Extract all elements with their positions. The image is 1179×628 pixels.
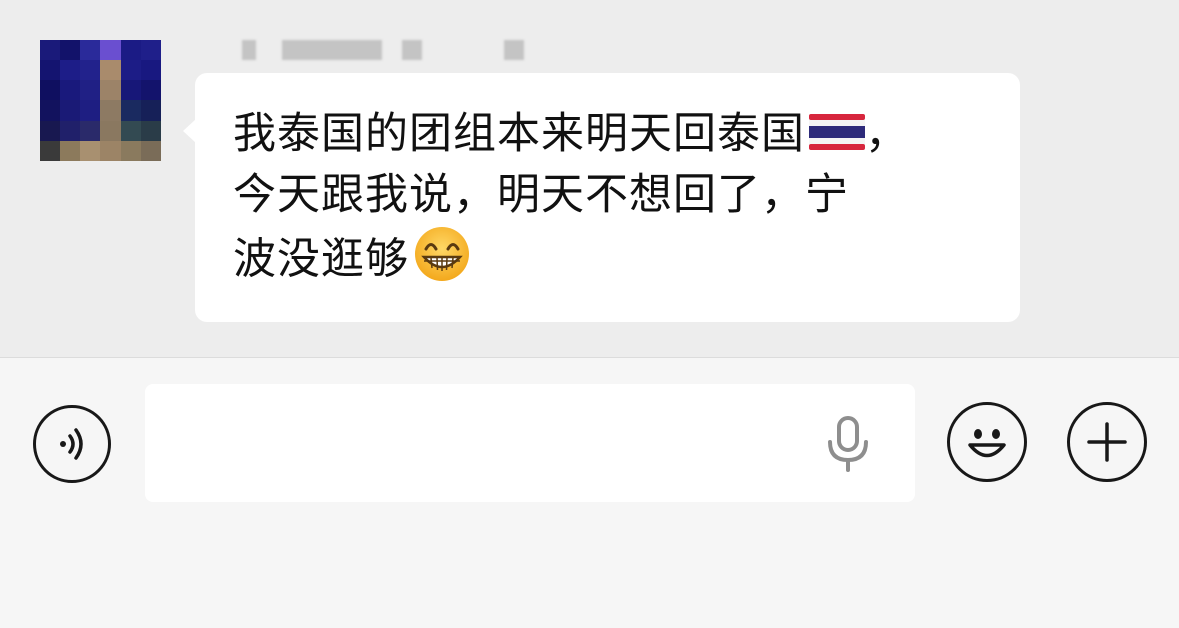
emoji-button[interactable] [947, 402, 1027, 482]
message-bubble[interactable]: 我泰国的团组本来明天回泰国 ， 今天跟我说，明天不想回了，宁 波没逛够 [183, 73, 1020, 322]
message-input[interactable] [145, 384, 915, 502]
voice-mode-icon [60, 428, 83, 460]
message-line-3: 波没逛够 [233, 234, 409, 285]
message-line-1: 我泰国的团组本来明天回泰国 [233, 109, 805, 159]
thailand-flag-icon [809, 107, 865, 166]
avatar[interactable] [40, 40, 161, 161]
grinning-face-icon [413, 225, 471, 299]
microphone-icon[interactable] [826, 416, 870, 472]
message-line-2: 今天跟我说，明天不想回了，宁 [233, 170, 849, 220]
message-line-1-suffix: ， [865, 109, 909, 159]
sender-name-obscured [238, 38, 538, 62]
input-bar [0, 358, 1179, 628]
message-text: 我泰国的团组本来明天回泰国 ， 今天跟我说，明天不想回了，宁 波没逛够 [233, 105, 993, 299]
more-options-button[interactable] [1067, 402, 1147, 482]
chat-area: 我泰国的团组本来明天回泰国 ， 今天跟我说，明天不想回了，宁 波没逛够 [0, 0, 1179, 358]
emoji-icon [968, 429, 1006, 458]
plus-icon [1087, 422, 1127, 462]
voice-mode-button[interactable] [33, 405, 111, 483]
